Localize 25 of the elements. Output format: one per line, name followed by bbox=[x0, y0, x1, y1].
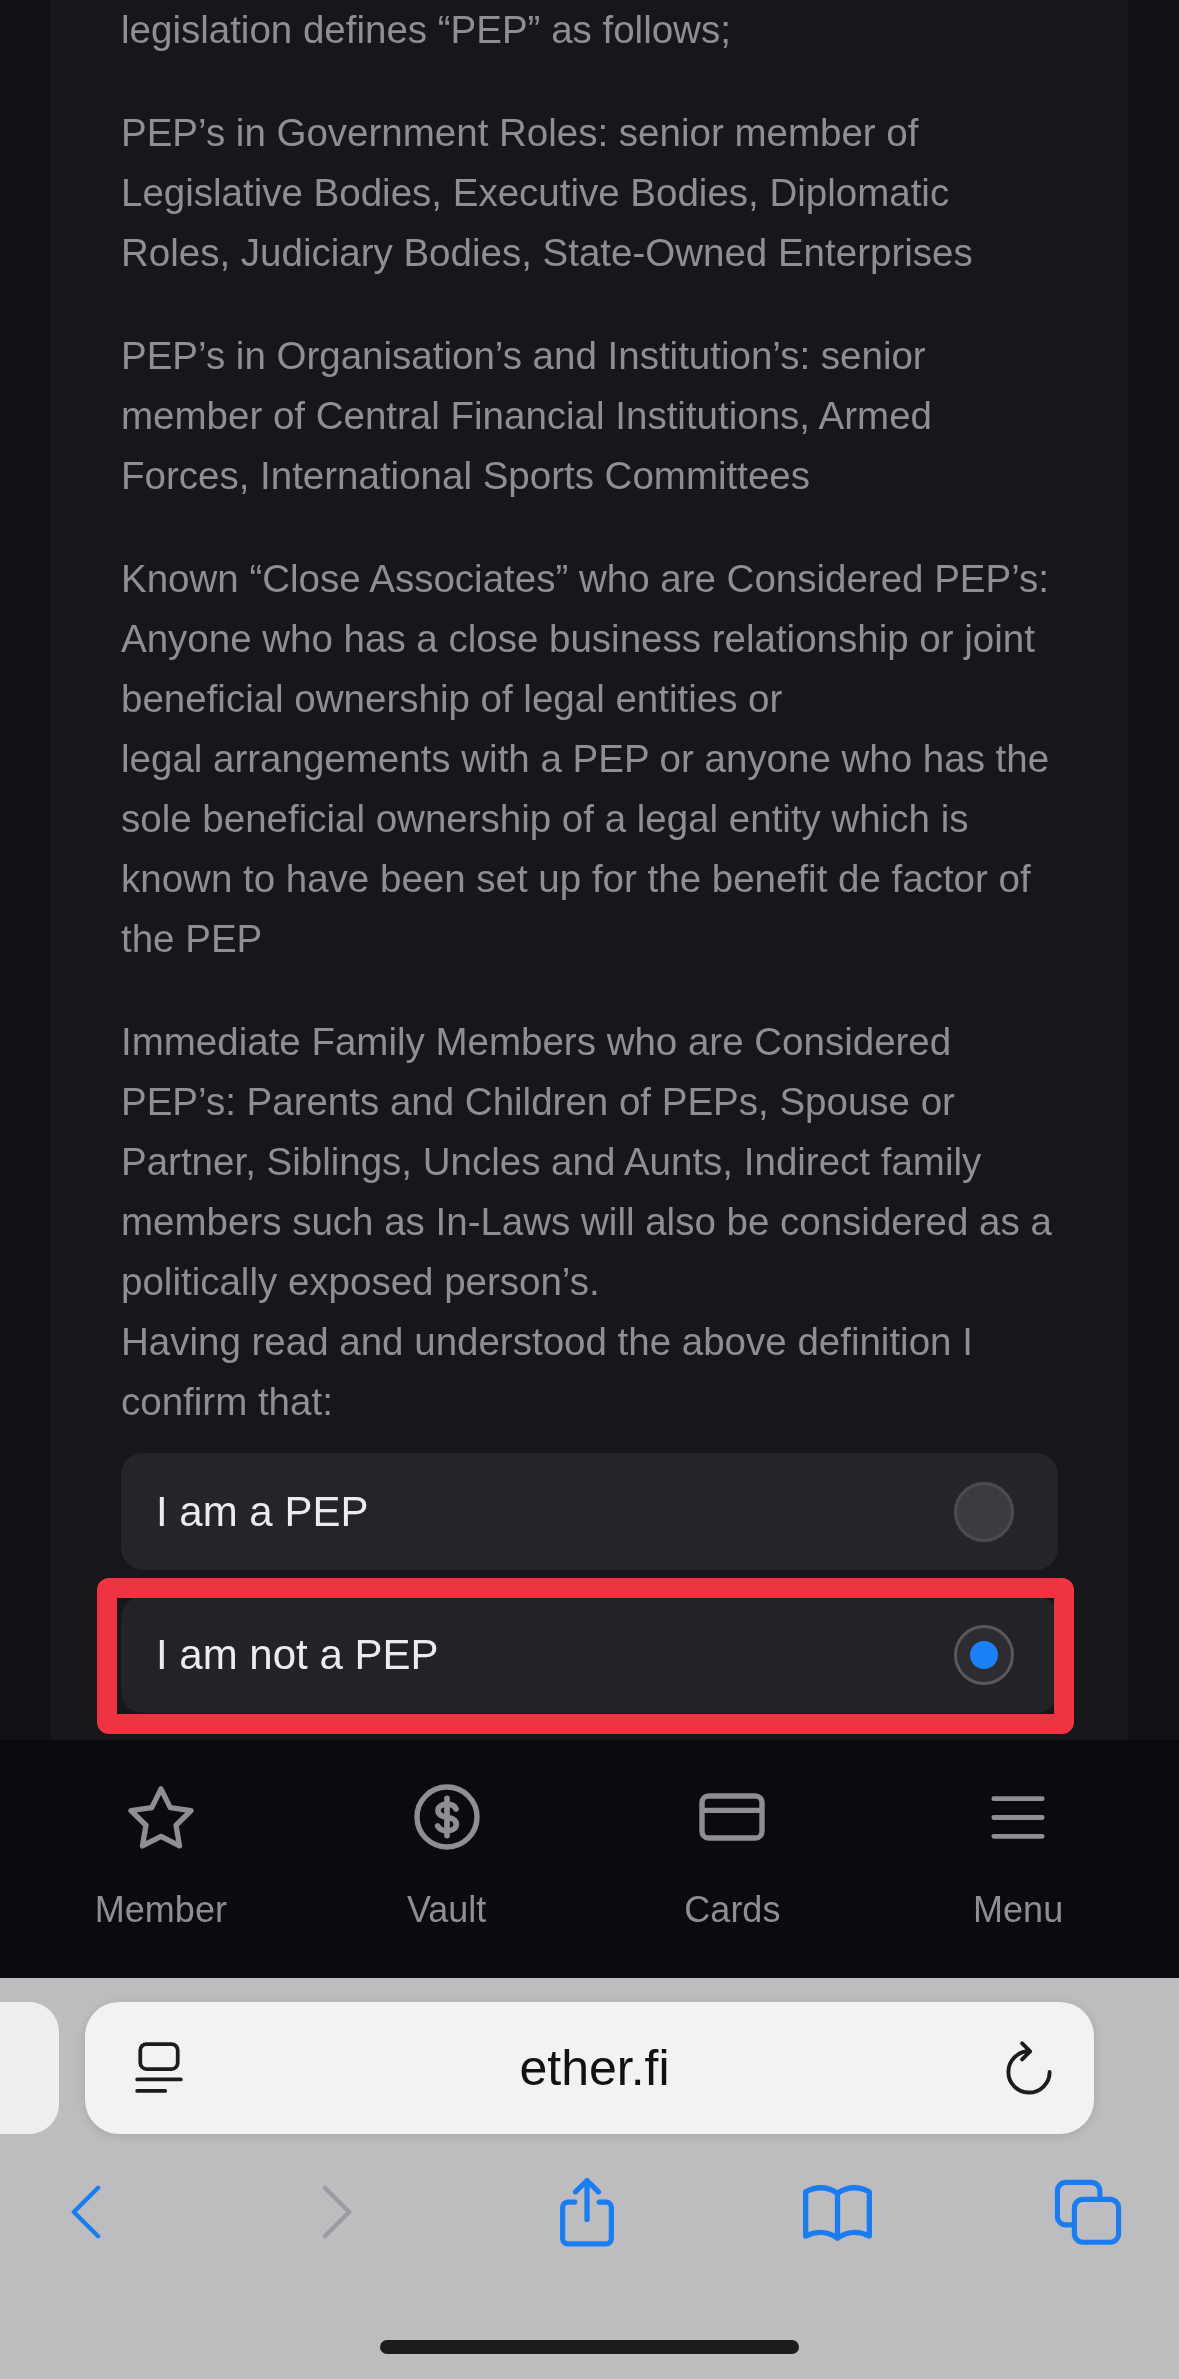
book-icon[interactable] bbox=[802, 2183, 873, 2241]
nav-item[interactable]: Cards bbox=[589, 1740, 876, 1932]
paragraph-text: PEP’s in Government Roles: senior member of Legislative Bodies, Executive Bodies, Diplomatic Roles, Judiciary Bodies, State-Owned Enterprises bbox=[121, 110, 974, 276]
tab-card-edge[interactable] bbox=[0, 2002, 59, 2134]
option-card[interactable]: I am a PEP bbox=[121, 1453, 1058, 1570]
radio-icon[interactable] bbox=[954, 1481, 1014, 1542]
paragraph-text: legislation defines “PEP” as follows; bbox=[121, 7, 732, 53]
star-icon bbox=[127, 1785, 194, 1849]
paragraph-text: Known “Close Associates” who are Considered PEP’s: Anyone who has a close business relationship or joint beneficial ownership of legal entities or legal arrangements with a PEP or anyone who has the sole beneficial ownership of a legal entity which is known to have been set up for the benefit de factor of the PEP bbox=[121, 556, 1051, 962]
nav-item[interactable]: Menu bbox=[875, 1740, 1161, 1932]
address-bar[interactable]: ether.fi bbox=[85, 2002, 1094, 2134]
share-icon[interactable] bbox=[559, 2176, 615, 2248]
dollar-coin-icon bbox=[413, 1784, 480, 1850]
card-icon bbox=[699, 1793, 766, 1841]
nav-item[interactable]: Vault bbox=[303, 1740, 590, 1932]
tabs-icon[interactable] bbox=[1054, 2179, 1122, 2245]
radio-icon[interactable] bbox=[954, 1624, 1014, 1685]
url-text: ether.fi bbox=[519, 2039, 670, 2098]
chevron-left-icon[interactable] bbox=[71, 2185, 101, 2239]
reload-icon[interactable] bbox=[1006, 2040, 1052, 2096]
nav-item[interactable]: Member bbox=[18, 1740, 304, 1932]
paragraph-text: Immediate Family Members who are Considered PEP’s: Parents and Children of PEPs, Spouse or Partner, Siblings, Uncles and Aunts, Indirect family members such as In-Laws will also be considered as a politically exposed person’s. Having read and understood the above definition I confirm that: bbox=[121, 1019, 1053, 1425]
reader-icon[interactable] bbox=[135, 2042, 183, 2094]
paragraph-text: PEP’s in Organisation’s and Institution’s: senior member of Central Financial Institutions, Armed Forces, International Sports Committees bbox=[121, 333, 933, 499]
menu-icon bbox=[991, 1795, 1046, 1839]
